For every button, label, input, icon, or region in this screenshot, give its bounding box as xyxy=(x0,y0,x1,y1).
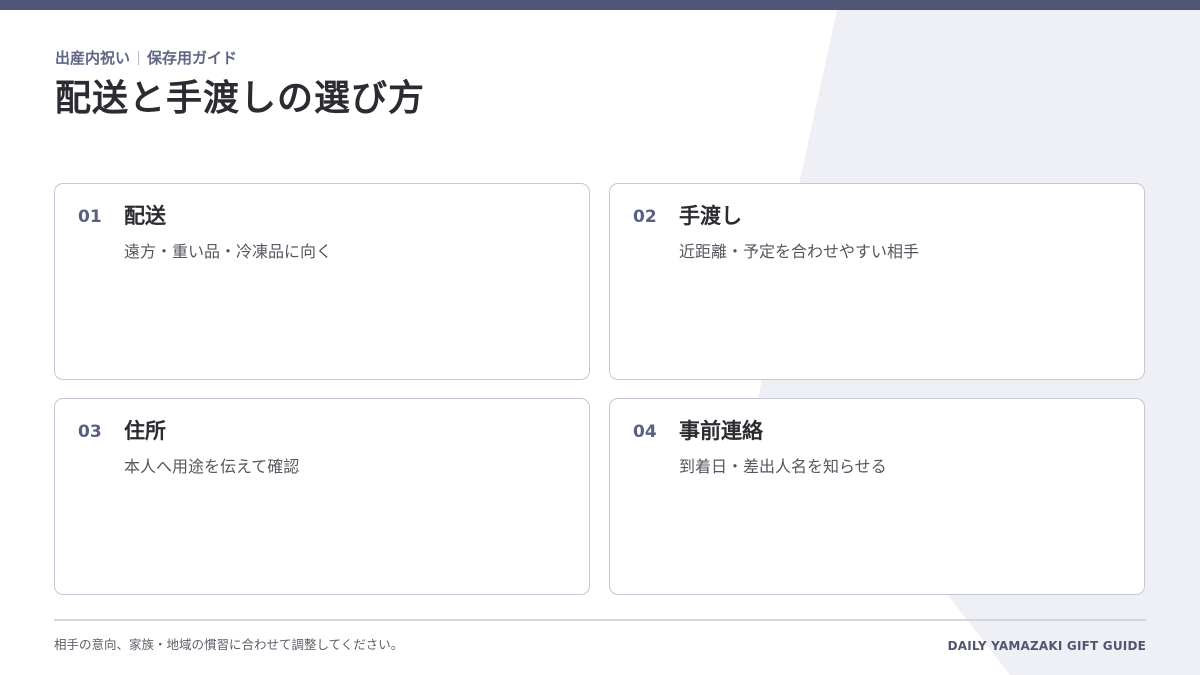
card-hand-delivery: 02 手渡し 近距離・予定を合わせやすい相手 xyxy=(609,183,1145,380)
card-title: 配送 xyxy=(124,204,166,228)
card-number: 04 xyxy=(633,422,657,442)
card-number: 01 xyxy=(78,207,102,227)
header: 出産内祝い 保存用ガイド 配送と手渡しの選び方 xyxy=(55,48,425,122)
card-address: 03 住所 本人へ用途を伝えて確認 xyxy=(54,398,590,595)
card-description: 近距離・予定を合わせやすい相手 xyxy=(679,242,920,261)
card-advance-notice: 04 事前連絡 到着日・差出人名を知らせる xyxy=(609,398,1145,595)
card-title: 手渡し xyxy=(679,204,742,228)
kicker: 出産内祝い 保存用ガイド xyxy=(55,48,425,68)
card-description: 到着日・差出人名を知らせる xyxy=(679,457,887,476)
footer-divider xyxy=(54,619,1146,621)
card-description: 遠方・重い品・冷凍品に向く xyxy=(124,242,333,261)
footer-note: 相手の意向、家族・地域の慣習に合わせて調整してください。 xyxy=(54,637,404,652)
kicker-divider xyxy=(138,51,140,65)
card-description: 本人へ用途を伝えて確認 xyxy=(124,457,300,476)
card-title: 事前連絡 xyxy=(679,419,763,443)
card-number: 03 xyxy=(78,422,102,442)
card-delivery: 01 配送 遠方・重い品・冷凍品に向く xyxy=(54,183,590,380)
kicker-subtitle: 保存用ガイド xyxy=(147,49,238,67)
card-title: 住所 xyxy=(124,419,166,443)
kicker-category: 出産内祝い xyxy=(55,49,131,67)
footer-brand: DAILY YAMAZAKI GIFT GUIDE xyxy=(947,639,1146,653)
page-title: 配送と手渡しの選び方 xyxy=(55,78,426,119)
card-number: 02 xyxy=(633,207,657,227)
